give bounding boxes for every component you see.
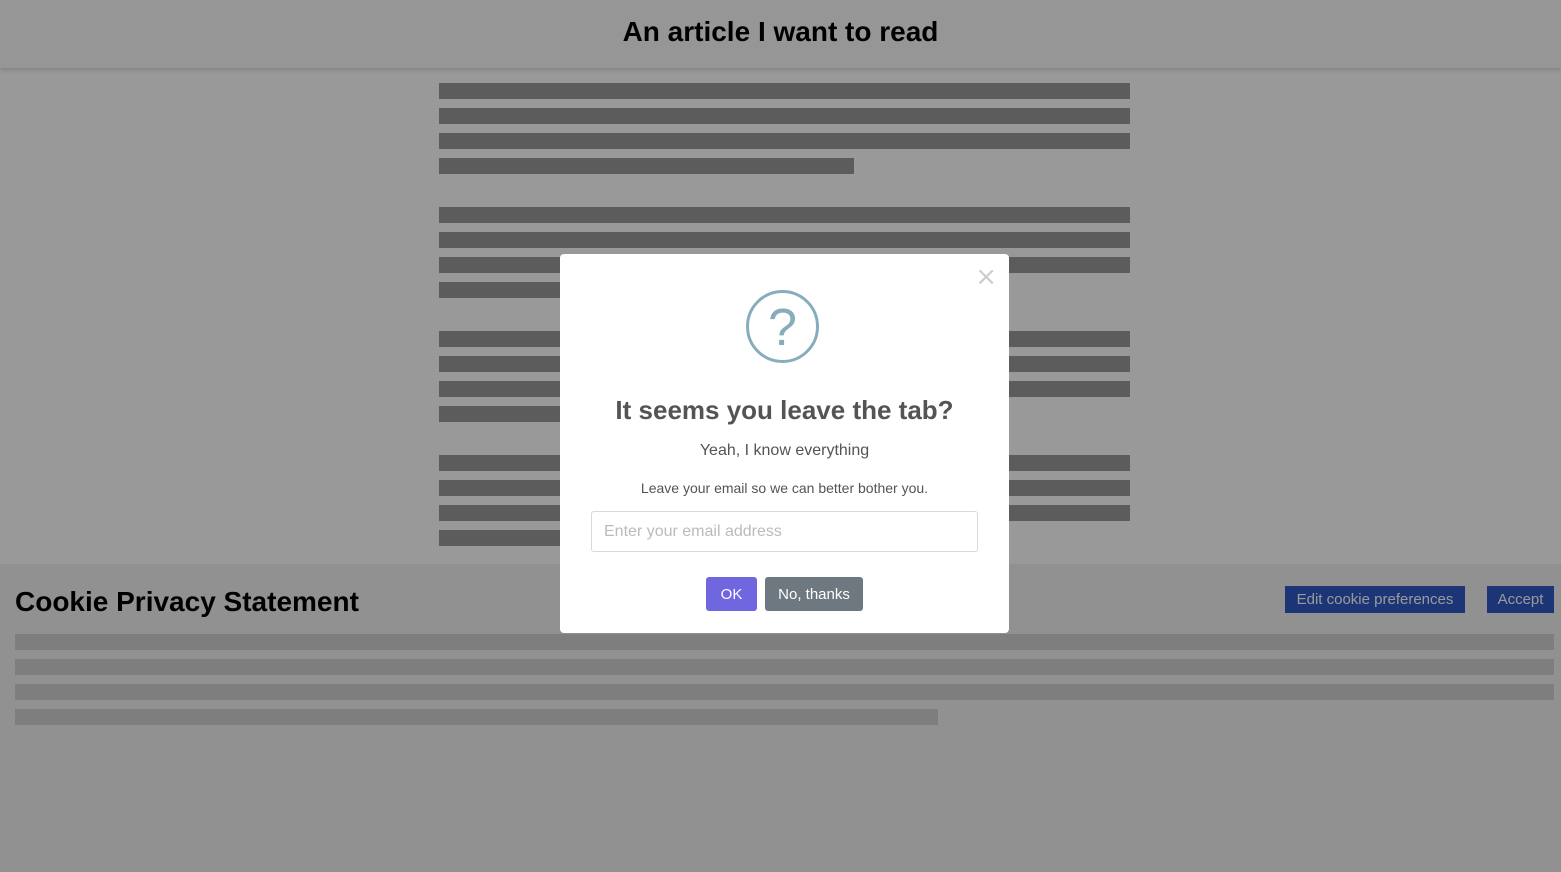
question-mark-icon: ? bbox=[746, 290, 819, 363]
modal-title: It seems you leave the tab? bbox=[615, 395, 954, 425]
close-icon[interactable]: × bbox=[975, 262, 997, 292]
ok-button[interactable]: OK bbox=[706, 577, 757, 611]
email-input[interactable] bbox=[591, 511, 978, 552]
page: An article I want to read Cookie Privacy… bbox=[0, 0, 1561, 872]
exit-intent-modal: × ? It seems you leave the tab? Yeah, I … bbox=[560, 254, 1009, 633]
modal-description: Leave your email so we can better bother… bbox=[640, 480, 929, 496]
modal-subtitle: Yeah, I know everything bbox=[699, 442, 870, 459]
no-thanks-button[interactable]: No, thanks bbox=[765, 577, 863, 611]
